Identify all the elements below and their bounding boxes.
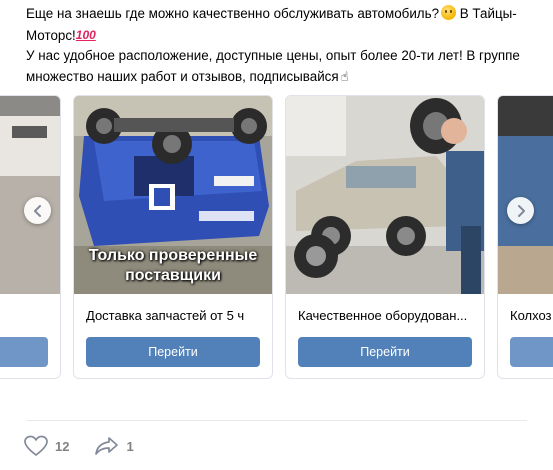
post-line2: У нас удобное расположение, доступные це… (26, 48, 520, 84)
post-actions: 12 1 (24, 432, 160, 460)
carousel: Только проверенные поставщики Доставка з… (0, 95, 553, 380)
chevron-left-icon (33, 204, 41, 217)
carousel-card-1[interactable]: Только проверенные поставщики Доставка з… (73, 95, 273, 379)
post-line1: Еще на знаешь где можно качественно обсл… (26, 6, 440, 21)
carousel-prev-button[interactable] (24, 197, 51, 224)
hundred-points-icon: 100 (75, 27, 96, 42)
share-count: 1 (126, 438, 134, 454)
card-photo (0, 96, 60, 294)
like-button[interactable]: 12 (24, 435, 69, 457)
pointing-up-icon: ☝ (340, 68, 349, 84)
card-go-button[interactable] (510, 337, 553, 367)
divider (26, 420, 527, 421)
card-title: Доставка запчастей от 5 ч (86, 308, 245, 323)
thinking-face-icon (441, 5, 457, 20)
card-overlay-line2: поставщики (125, 267, 221, 284)
card-photo (286, 96, 484, 294)
post-text: Еще на знаешь где можно качественно обсл… (26, 4, 531, 87)
like-count: 12 (55, 438, 70, 454)
card-go-button[interactable]: Перейти (86, 337, 260, 367)
carousel-card-0[interactable] (0, 95, 61, 379)
card-title: Качественное оборудован... (298, 308, 468, 323)
carousel-next-button[interactable] (507, 197, 534, 224)
card-overlay-line1: Только проверенные (88, 247, 258, 264)
card-photo (498, 96, 553, 294)
share-arrow-icon (95, 437, 119, 455)
share-button[interactable]: 1 (95, 436, 134, 456)
card-go-button[interactable] (0, 337, 48, 367)
heart-icon (24, 435, 48, 457)
card-photo: Только проверенные поставщики (74, 96, 272, 294)
card-title: Колхоз (510, 308, 552, 323)
chevron-right-icon (517, 204, 525, 217)
carousel-card-3[interactable]: Колхоз (497, 95, 553, 379)
carousel-card-2[interactable]: Качественное оборудован... Перейти (285, 95, 485, 379)
card-go-button[interactable]: Перейти (298, 337, 472, 367)
